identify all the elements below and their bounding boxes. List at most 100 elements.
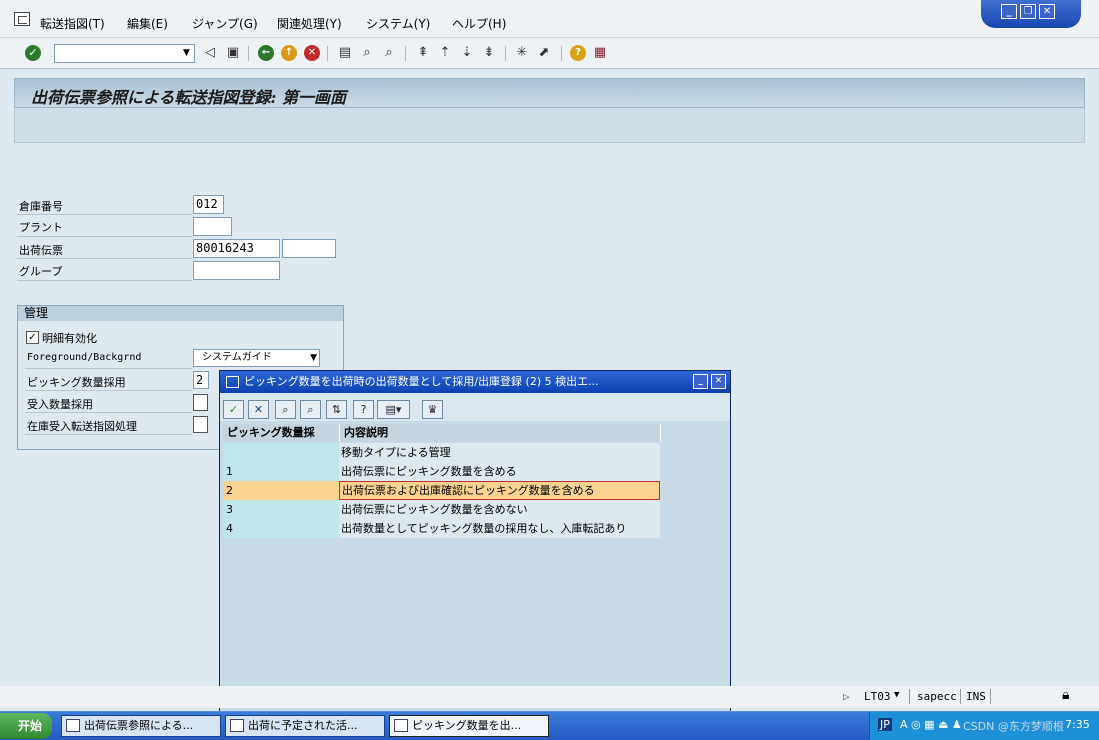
- receipt-qty-checkbox[interactable]: [193, 394, 208, 411]
- confirm-icon[interactable]: ✓: [223, 400, 244, 419]
- find-next-icon[interactable]: ⌕: [300, 400, 321, 419]
- plant-field[interactable]: [193, 217, 232, 236]
- label-underline: [17, 214, 192, 215]
- toolbar-divider: [505, 46, 506, 61]
- detail-active-checkbox[interactable]: ✓: [26, 331, 39, 344]
- find-next-icon[interactable]: ⌕: [381, 45, 397, 61]
- minimize-button[interactable]: _: [1001, 4, 1017, 19]
- cancel-icon[interactable]: ✕: [304, 45, 320, 61]
- dialog-minimize-button[interactable]: _: [693, 374, 708, 389]
- play-icon[interactable]: ▷: [843, 690, 850, 703]
- menu-system[interactable]: システム(Y): [366, 15, 430, 32]
- group-field[interactable]: [193, 261, 280, 280]
- menu-environment[interactable]: 関連処理(Y): [277, 15, 342, 32]
- chevron-down-icon[interactable]: ▼: [310, 350, 317, 366]
- menu-help[interactable]: ヘルプ(H): [452, 15, 506, 32]
- menu-goto[interactable]: ジャンプ(G): [192, 15, 258, 32]
- sort-icon[interactable]: ⇅: [326, 400, 347, 419]
- row-code: 3: [223, 500, 339, 519]
- first-page-icon[interactable]: ⇞: [415, 45, 431, 61]
- find-icon[interactable]: ⌕: [359, 45, 375, 61]
- row-code: 4: [223, 519, 339, 538]
- fg-bg-value: システムガイド: [202, 352, 272, 363]
- status-divider: [990, 689, 991, 704]
- stock-transfer-label: 在庫受入転送指図処理: [27, 420, 137, 433]
- menu-edit[interactable]: 編集(E): [127, 15, 168, 32]
- row-description: 出荷数量としてピッキング数量の採用なし、入庫転記あり: [339, 519, 660, 538]
- menu-transfer-order[interactable]: 転送指図(T): [40, 15, 105, 32]
- picking-qty-field[interactable]: 2: [193, 371, 209, 389]
- new-session-icon[interactable]: ✳: [514, 45, 530, 61]
- prev-page-icon[interactable]: ⇡: [437, 45, 453, 61]
- row-description: 出荷伝票にピッキング数量を含める: [339, 462, 660, 481]
- warehouse-field[interactable]: 012: [193, 195, 224, 214]
- label-underline: [17, 280, 192, 281]
- save-icon[interactable]: ▣: [225, 45, 241, 61]
- enter-icon[interactable]: ✓: [25, 45, 41, 61]
- label-underline: [25, 434, 192, 435]
- back-nav-icon[interactable]: ←: [258, 45, 274, 61]
- label-underline: [25, 412, 192, 413]
- chevron-down-icon[interactable]: ▼: [894, 690, 899, 700]
- toolbar-divider: [248, 46, 249, 61]
- next-page-icon[interactable]: ⇣: [459, 45, 475, 61]
- status-divider: [909, 689, 910, 704]
- restore-button[interactable]: ❐: [1020, 4, 1036, 19]
- find-icon[interactable]: ⌕: [275, 400, 296, 419]
- list-row[interactable]: 4 出荷数量としてピッキング数量の採用なし、入庫転記あり: [223, 519, 660, 538]
- language-indicator[interactable]: JP: [878, 718, 892, 731]
- fg-bg-dropdown[interactable]: システムガイド ▼: [193, 349, 320, 367]
- personal-list-icon[interactable]: ♛: [422, 400, 443, 419]
- label-underline: [25, 368, 192, 369]
- warehouse-label: 倉庫番号: [19, 200, 63, 213]
- dialog-titlebar: ピッキング数量を出荷時の出荷数量として採用/出庫登録 (2) 5 検出エ... …: [220, 371, 730, 393]
- f4-help-dialog: ピッキング数量を出荷時の出荷数量として採用/出庫登録 (2) 5 検出エ... …: [219, 370, 731, 715]
- detail-active-label: 明細有効化: [42, 332, 97, 345]
- task-label: 出荷伝票参照による...: [84, 719, 194, 732]
- window-controls: _ ❐ ✕: [981, 0, 1081, 28]
- print-icon[interactable]: ▤▾: [377, 400, 410, 419]
- delivery-field[interactable]: 80016243: [193, 239, 280, 258]
- task-button[interactable]: 出荷伝票参照による...: [61, 715, 221, 737]
- menu-bar: 転送指図(T) 編集(E) ジャンプ(G) 関連処理(Y) システム(Y) ヘル…: [0, 0, 1099, 38]
- label-underline: [17, 258, 192, 259]
- stock-transfer-checkbox[interactable]: [193, 416, 208, 433]
- label-underline: [17, 236, 192, 237]
- row-code: 2: [223, 481, 339, 500]
- print-icon[interactable]: ▤: [337, 45, 353, 61]
- layout-icon[interactable]: ▦: [592, 45, 608, 61]
- help-icon[interactable]: ?: [353, 400, 374, 419]
- help-icon[interactable]: ?: [570, 45, 586, 61]
- back-icon[interactable]: ◁: [202, 45, 218, 61]
- toolbar-divider: [327, 46, 328, 61]
- dialog-title: ピッキング数量を出荷時の出荷数量として採用/出庫登録 (2) 5 検出エ...: [244, 375, 599, 388]
- chevron-down-icon[interactable]: ▼: [179, 45, 194, 62]
- start-button[interactable]: 开始: [0, 713, 52, 739]
- row-description: 移動タイプによる管理: [339, 443, 660, 462]
- dialog-close-button[interactable]: ✕: [711, 374, 726, 389]
- command-field[interactable]: ▼: [54, 44, 195, 63]
- close-button[interactable]: ✕: [1039, 4, 1055, 19]
- task-button[interactable]: 出荷に予定された活...: [225, 715, 385, 737]
- list-row-selected[interactable]: 2 出荷伝票および出庫確認にピッキング数量を含める: [223, 481, 660, 500]
- delivery-field-2[interactable]: [282, 239, 336, 258]
- exit-icon[interactable]: ↑: [281, 45, 297, 61]
- list-row[interactable]: 移動タイプによる管理: [223, 443, 660, 462]
- ime-icon[interactable]: A ◎ ▦ ⏏ ♟: [900, 718, 962, 731]
- delivery-label: 出荷伝票: [19, 244, 63, 257]
- label-underline: [25, 390, 192, 391]
- list-row[interactable]: 3 出荷伝票にピッキング数量を含めない: [223, 500, 660, 519]
- cancel-icon[interactable]: ✕: [248, 400, 269, 419]
- task-button-active[interactable]: ピッキング数量を出...: [389, 715, 549, 737]
- page-title: 出荷伝票参照による転送指図登録: 第一画面: [31, 88, 346, 107]
- last-page-icon[interactable]: ⇟: [481, 45, 497, 61]
- column-header-description[interactable]: 内容説明: [340, 424, 661, 442]
- list-row[interactable]: 1 出荷伝票にピッキング数量を含める: [223, 462, 660, 481]
- system-tray: JP A ◎ ▦ ⏏ ♟ CSDN @东方梦顺根 7:35: [869, 712, 1099, 740]
- toolbar-divider: [405, 46, 406, 61]
- system-menu-icon[interactable]: [14, 12, 30, 26]
- shortcut-icon[interactable]: ⬈: [536, 45, 552, 61]
- task-label: ピッキング数量を出...: [412, 719, 522, 732]
- row-description: 出荷伝票および出庫確認にピッキング数量を含める: [339, 481, 660, 500]
- column-header-code[interactable]: ピッキング数量採: [223, 424, 340, 442]
